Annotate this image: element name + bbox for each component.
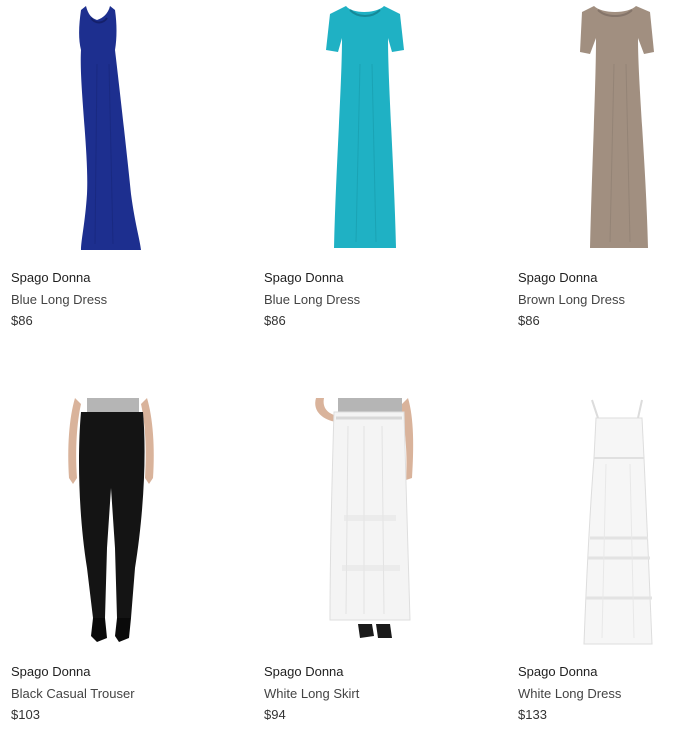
product-price: $94	[264, 707, 286, 722]
product-card-blue-sleeveless-dress[interactable]: Spago Donna Blue Long Dress $86	[11, 4, 211, 344]
maxi-skirt-icon	[315, 398, 414, 638]
product-brand[interactable]: Spago Donna	[264, 270, 344, 285]
trouser-icon	[68, 398, 154, 642]
product-price: $86	[264, 313, 286, 328]
product-price: $86	[11, 313, 33, 328]
product-price: $133	[518, 707, 547, 722]
product-name[interactable]: Blue Long Dress	[264, 292, 360, 307]
product-price: $86	[518, 313, 540, 328]
product-image[interactable]	[11, 4, 211, 256]
product-name[interactable]: Brown Long Dress	[518, 292, 625, 307]
product-image[interactable]	[518, 398, 693, 650]
product-brand[interactable]: Spago Donna	[518, 270, 598, 285]
product-card-white-dress[interactable]: Spago Donna White Long Dress $133	[518, 398, 693, 738]
product-brand[interactable]: Spago Donna	[11, 664, 91, 679]
product-image[interactable]	[264, 398, 464, 650]
product-image[interactable]	[518, 4, 693, 256]
product-card-white-skirt[interactable]: Spago Donna White Long Skirt $94	[264, 398, 464, 738]
product-name[interactable]: White Long Dress	[518, 686, 621, 701]
product-card-teal-dress[interactable]: Spago Donna Blue Long Dress $86	[264, 4, 464, 344]
product-grid: Spago Donna Blue Long Dress $86 Spago Do…	[0, 0, 693, 733]
product-card-black-trouser[interactable]: Spago Donna Black Casual Trouser $103	[11, 398, 211, 738]
product-image[interactable]	[11, 398, 211, 650]
product-brand[interactable]: Spago Donna	[11, 270, 91, 285]
product-card-brown-dress[interactable]: Spago Donna Brown Long Dress $86	[518, 4, 693, 344]
product-image[interactable]	[264, 4, 464, 256]
product-brand[interactable]: Spago Donna	[518, 664, 598, 679]
sleeveless-maxi-dress-icon	[79, 6, 141, 250]
product-name[interactable]: White Long Skirt	[264, 686, 359, 701]
product-price: $103	[11, 707, 40, 722]
product-name[interactable]: Black Casual Trouser	[11, 686, 135, 701]
strappy-maxi-dress-icon	[583, 399, 653, 645]
product-name[interactable]: Blue Long Dress	[11, 292, 107, 307]
short-sleeve-maxi-dress-icon	[326, 6, 404, 248]
short-sleeve-maxi-dress-icon	[580, 6, 654, 248]
product-brand[interactable]: Spago Donna	[264, 664, 344, 679]
